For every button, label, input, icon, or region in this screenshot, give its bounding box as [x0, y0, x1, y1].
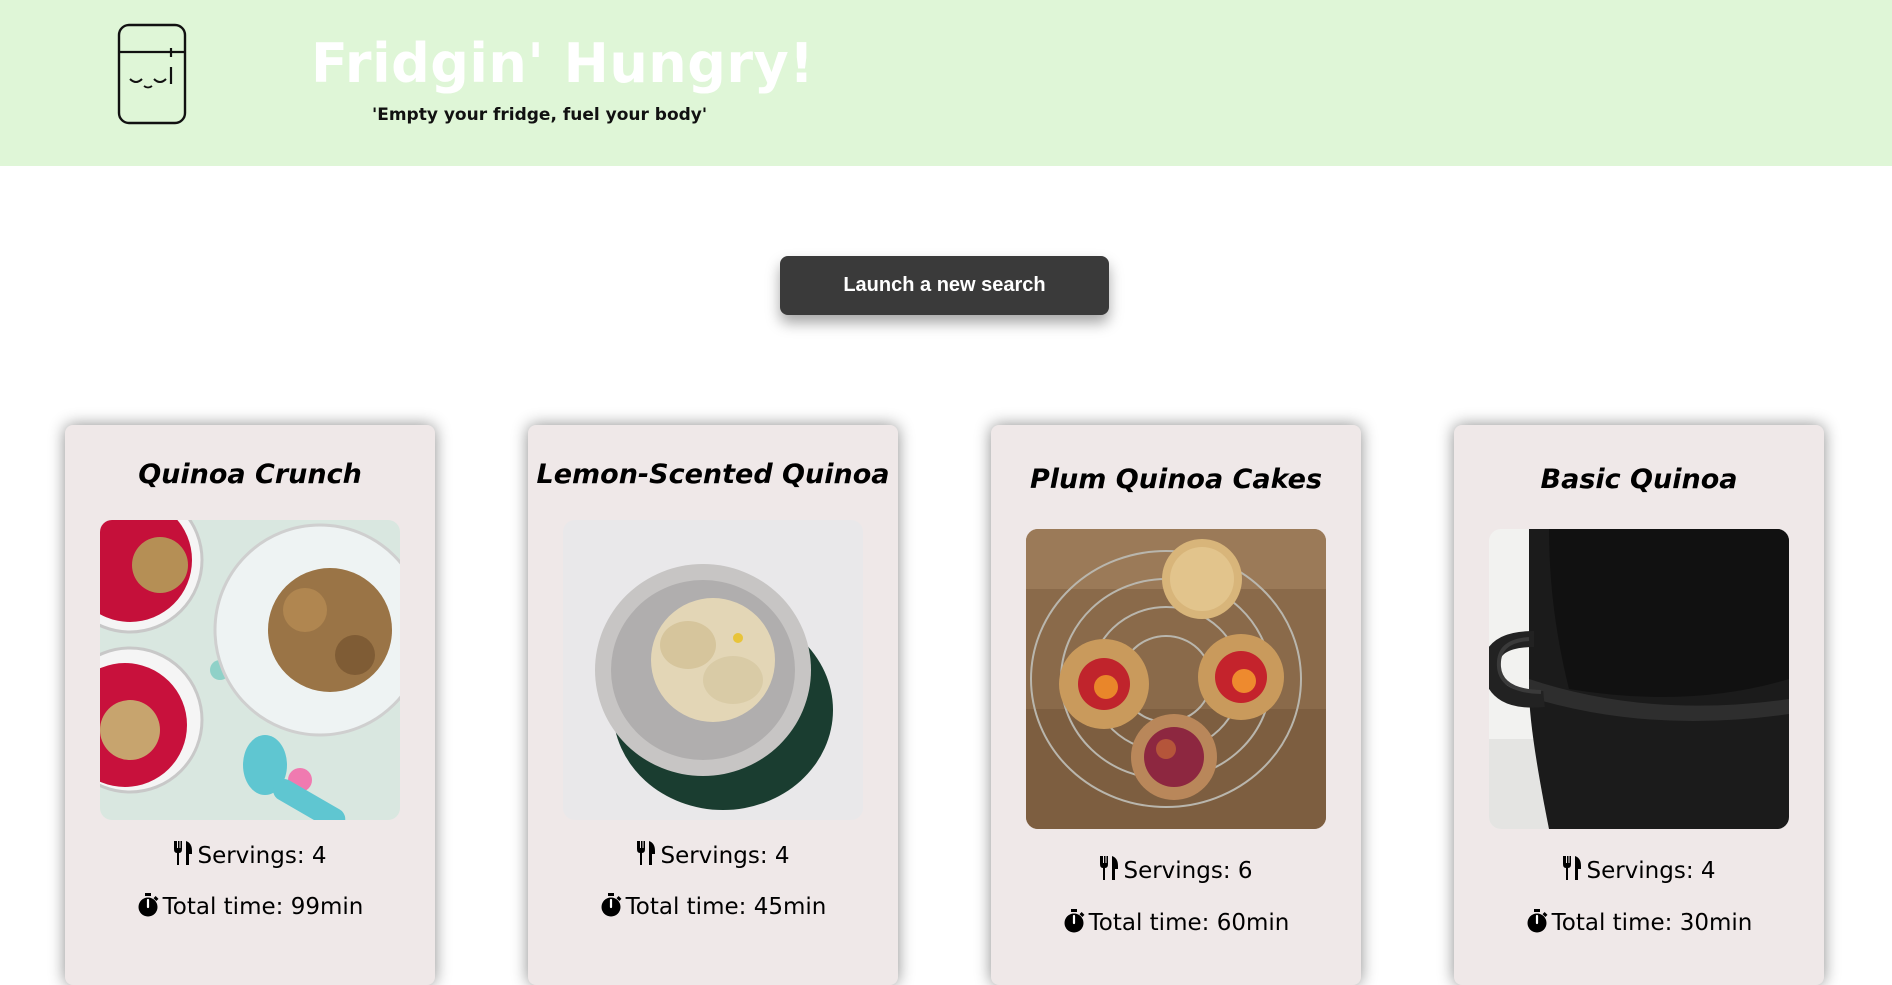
- plum-cakes-photo[interactable]: [1026, 529, 1326, 829]
- recipe-servings: Servings: 4: [1454, 855, 1824, 884]
- utensils-icon: [1100, 856, 1119, 880]
- time-text: Total time: 45min: [625, 894, 827, 920]
- recipe-list: Quinoa Crunch Servings: 4 Total time: 99…: [0, 0, 1892, 985]
- recipe-card[interactable]: Plum Quinoa Cakes Servings: 6 Total time…: [991, 425, 1361, 985]
- servings-text: Servings: 6: [1123, 858, 1253, 884]
- stopwatch-icon: [601, 893, 622, 917]
- recipe-servings: Servings: 4: [65, 840, 435, 869]
- recipe-title[interactable]: Plum Quinoa Cakes: [991, 464, 1361, 495]
- lemon-quinoa-photo[interactable]: [563, 520, 863, 820]
- time-text: Total time: 60min: [1088, 910, 1290, 936]
- servings-text: Servings: 4: [660, 843, 790, 869]
- recipe-title[interactable]: Quinoa Crunch: [65, 459, 435, 490]
- time-text: Total time: 99min: [162, 894, 364, 920]
- recipe-time: Total time: 30min: [1454, 909, 1824, 936]
- servings-text: Servings: 4: [197, 843, 327, 869]
- stopwatch-icon: [1527, 909, 1548, 933]
- stopwatch-icon: [138, 893, 159, 917]
- utensils-icon: [637, 841, 656, 865]
- recipe-card[interactable]: Lemon-Scented Quinoa Servings: 4 Total t…: [528, 425, 898, 985]
- recipe-card[interactable]: Quinoa Crunch Servings: 4 Total time: 99…: [65, 425, 435, 985]
- stopwatch-icon: [1064, 909, 1085, 933]
- quinoa-crunch-photo[interactable]: [100, 520, 400, 820]
- recipe-time: Total time: 99min: [65, 893, 435, 920]
- recipe-servings: Servings: 6: [991, 855, 1361, 884]
- time-text: Total time: 30min: [1551, 910, 1753, 936]
- utensils-icon: [1563, 856, 1582, 880]
- recipe-title[interactable]: Basic Quinoa: [1454, 464, 1824, 495]
- recipe-servings: Servings: 4: [528, 840, 898, 869]
- recipe-title[interactable]: Lemon-Scented Quinoa: [528, 459, 898, 490]
- recipe-time: Total time: 60min: [991, 909, 1361, 936]
- recipe-card[interactable]: Basic Quinoa Servings: 4 Total time: 30m…: [1454, 425, 1824, 985]
- servings-text: Servings: 4: [1586, 858, 1716, 884]
- cast-iron-pot-photo[interactable]: [1489, 529, 1789, 829]
- recipe-time: Total time: 45min: [528, 893, 898, 920]
- utensils-icon: [174, 841, 193, 865]
